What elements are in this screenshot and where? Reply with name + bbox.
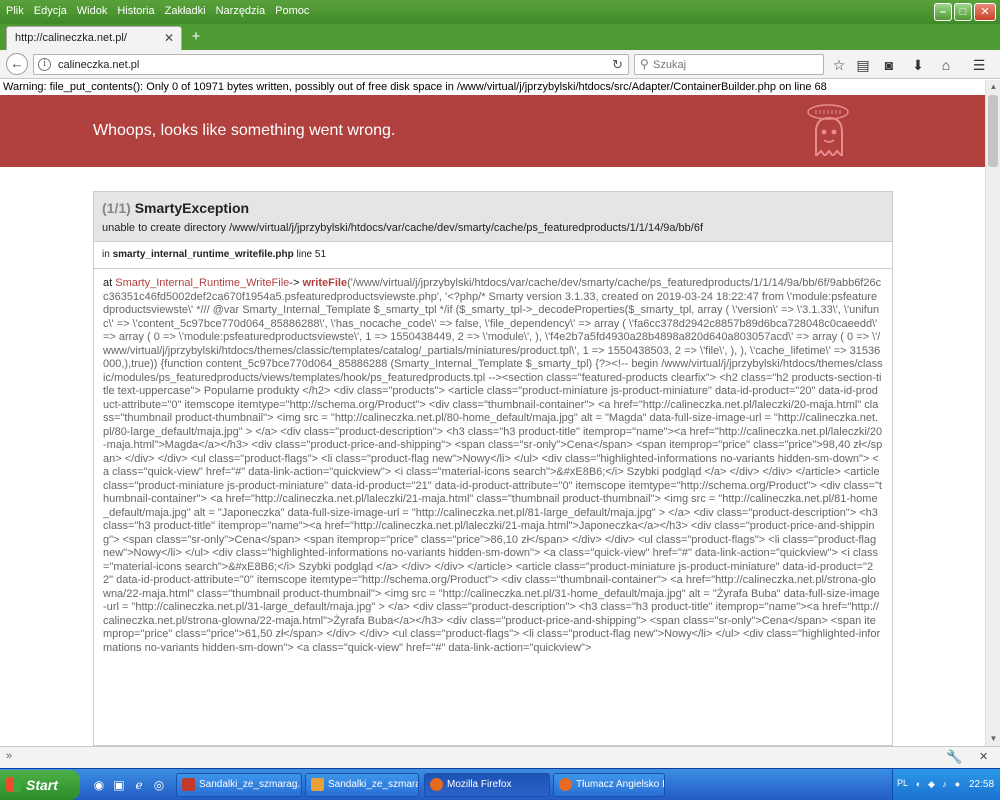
reload-icon[interactable]: ↻ <box>612 57 623 73</box>
app-icon <box>311 778 324 791</box>
info-icon[interactable]: i <box>38 58 51 71</box>
security-icon[interactable]: ◆ <box>926 779 937 790</box>
new-tab-icon[interactable]: + <box>187 28 205 46</box>
task-tlumacz[interactable]: Tłumacz Angielsko Pol... <box>553 773 665 797</box>
download-icon[interactable]: ⬇ <box>908 55 928 75</box>
media-quick-icon[interactable]: ◎ <box>151 777 167 793</box>
exception-ghost-icon <box>807 104 849 156</box>
exception-count: (1/1) <box>102 200 131 216</box>
hamburger-menu-icon[interactable]: ☰ <box>969 55 989 75</box>
firefox-icon <box>430 778 443 791</box>
reading-list-icon[interactable]: ▤ <box>853 55 873 75</box>
scroll-up-arrow-icon[interactable]: ▲ <box>986 80 1000 94</box>
network-icon[interactable]: ◐ <box>913 779 924 790</box>
menu-bar: Plik Edycja Widok Historia Zakładki Narz… <box>6 5 319 17</box>
bookmark-star-icon[interactable]: ☆ <box>829 55 849 75</box>
tab-title: http://calineczka.net.pl/ <box>15 32 127 44</box>
exception-name: SmartyException <box>134 200 250 216</box>
search-icon: ⚲ <box>640 57 649 71</box>
menu-plik[interactable]: Plik <box>6 5 24 17</box>
back-arrow-icon[interactable]: ← <box>6 53 28 75</box>
menu-edycja[interactable]: Edycja <box>34 5 67 17</box>
search-box[interactable]: ⚲ <box>634 54 824 75</box>
update-icon[interactable]: ● <box>952 779 963 790</box>
exception-box: (1/1) SmartyException unable to create d… <box>93 191 893 746</box>
search-input[interactable] <box>653 57 818 72</box>
error-banner: Whoops, looks like something went wrong. <box>0 95 985 167</box>
task-mozilla-firefox[interactable]: Mozilla Firefox <box>424 773 550 797</box>
app-icon <box>182 778 195 791</box>
task-label: Sandalki_ze_szmarag... <box>199 779 302 790</box>
menu-pomoc[interactable]: Pomoc <box>275 5 309 17</box>
exception-message: unable to create directory /www/virtual/… <box>102 222 704 234</box>
home-icon[interactable]: ⌂ <box>936 55 956 75</box>
scroll-thumb[interactable] <box>988 95 998 167</box>
trace-class: Smarty_Internal_Runtime_WriteFile <box>115 277 290 289</box>
url-text[interactable]: calineczka.net.pl <box>58 59 139 71</box>
page-scrollbar[interactable]: ▲ ▼ <box>985 80 1000 746</box>
firefox-icon <box>559 778 572 791</box>
exception-title: (1/1) SmartyException <box>102 200 884 216</box>
start-label: Start <box>26 777 58 793</box>
task-label: Sandalki_ze_szmarag... <box>328 779 418 790</box>
addon-bar: » 🔧 ✕ <box>0 746 1000 768</box>
error-banner-title: Whoops, looks like something went wrong. <box>93 122 396 139</box>
windows-logo-icon <box>6 777 21 792</box>
start-button[interactable]: Start <box>0 770 80 800</box>
volume-icon[interactable]: ♪ <box>939 779 950 790</box>
task-sandalki-1[interactable]: Sandalki_ze_szmarag... <box>176 773 302 797</box>
menu-historia[interactable]: Historia <box>117 5 154 17</box>
minimize-button[interactable]: – <box>934 3 952 21</box>
location-file: smarty_internal_runtime_writefile.php <box>112 249 294 260</box>
chevron-right-icon[interactable]: » <box>6 750 12 762</box>
addon-bar-close-icon[interactable]: ✕ <box>979 750 988 763</box>
menu-narzedzia[interactable]: Narzędzia <box>216 5 266 17</box>
trace-arrow: -> <box>289 277 300 289</box>
trace-function: writeFile <box>302 277 348 289</box>
task-label: Tłumacz Angielsko Pol... <box>576 779 664 790</box>
exception-header: (1/1) SmartyException unable to create d… <box>94 192 892 242</box>
language-indicator[interactable]: PL <box>897 778 908 788</box>
wrench-icon[interactable]: 🔧 <box>946 749 962 765</box>
tab-calineczka[interactable]: http://calineczka.net.pl/ ✕ <box>6 26 182 50</box>
tab-close-icon[interactable]: ✕ <box>164 31 174 45</box>
location-line: line 51 <box>296 249 326 260</box>
trace-args: ('/www/virtual/j/jprzybylski/htdocs/var/… <box>103 277 883 654</box>
task-label: Mozilla Firefox <box>447 779 512 790</box>
clock: 22:58 <box>969 779 995 790</box>
close-window-button[interactable]: ✕ <box>974 3 996 21</box>
tab-bar: http://calineczka.net.pl/ ✕ + <box>0 24 1000 50</box>
taskbar: Start ◉ ▣ ℯ ◎ Sandalki_ze_szmarag... San… <box>0 768 1000 800</box>
php-warning: Warning: file_put_contents(): Only 0 of … <box>0 80 985 95</box>
menu-widok[interactable]: Widok <box>77 5 108 17</box>
window-titlebar: Plik Edycja Widok Historia Zakładki Narz… <box>0 0 1000 24</box>
maximize-button[interactable]: □ <box>954 3 972 21</box>
firefox-quick-icon[interactable]: ◉ <box>91 777 107 793</box>
exception-location: in smarty_internal_runtime_writefile.php… <box>94 242 892 269</box>
trace-at: at <box>103 277 113 289</box>
show-desktop-icon[interactable]: ▣ <box>111 777 127 793</box>
pocket-icon[interactable]: ◙ <box>879 55 899 75</box>
location-prefix: in <box>102 249 110 260</box>
scroll-down-arrow-icon[interactable]: ▼ <box>986 732 1000 746</box>
stack-trace: at Smarty_Internal_Runtime_WriteFile-> w… <box>94 269 892 663</box>
url-bar[interactable]: i calineczka.net.pl ↻ <box>33 54 629 75</box>
task-sandalki-2[interactable]: Sandalki_ze_szmarag... <box>305 773 419 797</box>
system-tray: PL ◐ ◆ ♪ ● 22:58 <box>892 769 1000 800</box>
menu-zakladki[interactable]: Zakładki <box>165 5 206 17</box>
navigation-toolbar: ← i calineczka.net.pl ↻ ⚲ ☆ ▤ ◙ ⬇ ⌂ ☰ <box>0 50 1000 79</box>
ie-quick-icon[interactable]: ℯ <box>131 777 147 793</box>
